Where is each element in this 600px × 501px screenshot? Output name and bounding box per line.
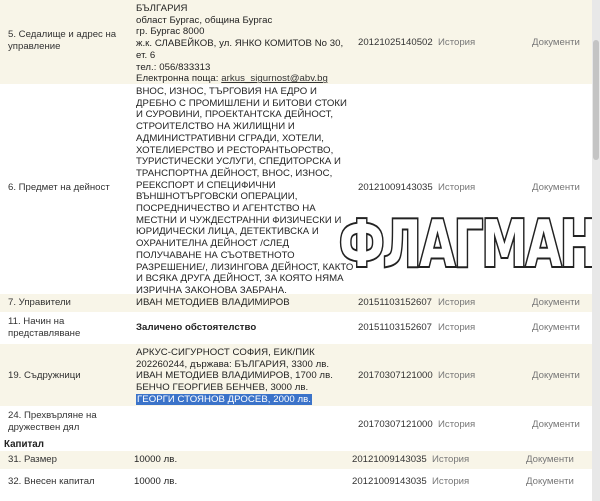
email-link[interactable]: arkus_sigurnost@abv.bg [221,73,328,84]
scrollbar-thumb[interactable] [593,40,599,160]
row-value: АРКУС-СИГУРНОСТ СОФИЯ, ЕИК/ПИК 202260244… [136,347,333,405]
section-title-capital: Капитал [4,439,44,450]
entry-number: 20151103152607 [358,322,432,333]
row-value: 10000 лв. [134,454,178,465]
table-row-capital-size: 31. Размер 10000 лв. 20121009143035 Исто… [0,451,592,470]
row-label: 11. Начин на представляване [8,316,81,339]
documents-link[interactable]: Документи [526,476,574,487]
row-label: 7. Управители [8,297,71,308]
documents-link[interactable]: Документи [532,182,580,193]
vertical-scrollbar[interactable] [592,0,600,501]
row-value: ВНОС, ИЗНОС, ТЪРГОВИЯ НА ЕДРО И ДРЕБНО С… [136,86,354,296]
documents-link[interactable]: Документи [532,419,580,430]
selected-text[interactable]: ГЕОРГИ СТОЯНОВ ДРОСЕВ, 2000 лв. [136,393,313,405]
table-row-partners: 19. Съдружници АРКУС-СИГУРНОСТ СОФИЯ, ЕИ… [0,344,592,407]
history-link[interactable]: История [438,182,475,193]
entry-number: 20170307121000 [358,370,433,381]
documents-link[interactable]: Документи [532,370,580,381]
documents-link[interactable]: Документи [532,37,580,48]
entry-number: 20151103152607 [358,297,432,308]
table-row-managers: 7. Управители ИВАН МЕТОДИЕВ ВЛАДИМИРОВ 2… [0,294,592,313]
row-value: 10000 лв. [134,476,178,487]
documents-link[interactable]: Документи [532,322,580,333]
entry-number: 20170307121000 [358,419,433,430]
entry-number: 20121025140502 [358,37,433,48]
history-link[interactable]: История [438,419,475,430]
table-row-seat-address: 5. Седалище и адрес на управление БЪЛГАР… [0,0,592,85]
documents-link[interactable]: Документи [526,454,574,465]
history-link[interactable]: История [438,322,475,333]
row-value: БЪЛГАРИЯ област Бургас, община Бургас гр… [136,3,344,85]
entry-number: 20121009143035 [352,476,427,487]
table-row-representation: 11. Начин на представляване Заличено обс… [0,313,592,344]
history-link[interactable]: История [438,37,475,48]
entry-number: 20121009143035 [358,182,433,193]
row-label: 5. Седалище и адрес на управление [8,29,117,52]
row-label: 31. Размер [8,454,57,465]
row-label: 24. Прехвърляне на дружествен дял [8,410,97,433]
row-value: ИВАН МЕТОДИЕВ ВЛАДИМИРОВ [136,297,290,308]
history-link[interactable]: История [438,297,475,308]
row-label: 6. Предмет на дейност [8,182,110,193]
table-row-share-transfer: 24. Прехвърляне на дружествен дял 201703… [0,407,592,438]
entry-number: 20121009143035 [352,454,427,465]
row-label: 32. Внесен капитал [8,476,95,487]
history-link[interactable]: История [438,370,475,381]
documents-link[interactable]: Документи [532,297,580,308]
table-row-paid-capital: 32. Внесен капитал 10000 лв. 20121009143… [0,470,592,495]
history-link[interactable]: История [432,476,469,487]
row-label: 19. Съдружници [8,370,81,381]
history-link[interactable]: История [432,454,469,465]
table-row-scope: 6. Предмет на дейност ВНОС, ИЗНОС, ТЪРГО… [0,85,592,296]
row-value: Заличено обстоятелство [136,322,257,333]
